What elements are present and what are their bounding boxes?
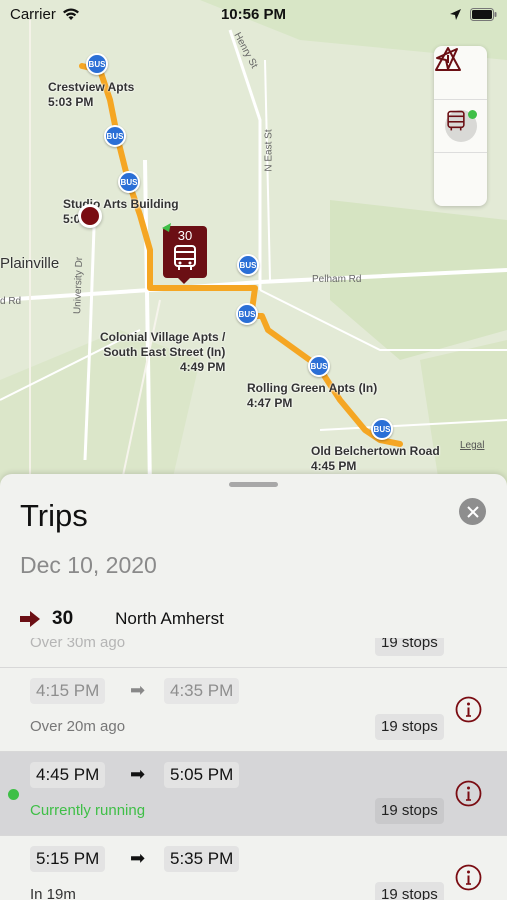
- trip-row[interactable]: 4:15 PM ➡ 4:35 PM Over 20m ago 19 stops: [0, 668, 507, 752]
- stops-badge: 19 stops: [375, 882, 444, 900]
- arrow-right-icon: ➡: [130, 848, 146, 868]
- bus-stop-marker[interactable]: BUS: [371, 418, 393, 440]
- depart-time: 4:15 PM: [30, 678, 106, 704]
- bus-stop-marker[interactable]: BUS: [118, 171, 140, 193]
- info-icon[interactable]: [455, 864, 482, 891]
- arrive-time: 5:05 PM: [164, 762, 240, 788]
- bus-stop-marker[interactable]: BUS: [104, 125, 126, 147]
- user-location-pin[interactable]: [78, 204, 102, 228]
- wifi-icon: [62, 8, 79, 20]
- stop-label-crestview: Crestview Apts 5:03 PM: [48, 80, 135, 109]
- trip-row[interactable]: 4:45 PM ➡ 5:05 PM Currently running 19 s…: [0, 752, 507, 836]
- carrier-label: Carrier: [10, 5, 56, 23]
- running-indicator-dot: [8, 789, 19, 800]
- trip-status: Over 30m ago: [30, 638, 126, 651]
- vehicle-marker[interactable]: 30: [162, 223, 207, 278]
- close-icon: [466, 505, 479, 518]
- arrow-right-icon: ➡: [130, 680, 146, 700]
- map-view[interactable]: Plainville Henry St N East St Pelham Rd …: [0, 0, 507, 490]
- bus-stop-marker[interactable]: BUS: [86, 53, 108, 75]
- info-icon[interactable]: [455, 696, 482, 723]
- stops-badge: 19 stops: [375, 638, 444, 656]
- trip-status: Over 20m ago: [30, 718, 126, 735]
- route-number: 30: [52, 608, 74, 629]
- sheet-title: Trips: [20, 498, 88, 533]
- street-label-pelham: Pelham Rd: [312, 274, 362, 285]
- stop-label-belchertown: Old Belchertown Road 4:45 PM: [311, 444, 440, 473]
- vehicle-marker-pointer: [176, 276, 192, 284]
- stop-label-rolling-green: Rolling Green Apts (In) 4:47 PM: [247, 381, 378, 410]
- close-button[interactable]: [459, 498, 486, 525]
- trip-status: In 19m: [30, 886, 76, 900]
- route-name: North Amherst: [115, 609, 224, 628]
- arrive-time: 5:35 PM: [164, 846, 240, 872]
- location-services-icon: [450, 8, 461, 20]
- arrow-right-icon: ➡: [130, 764, 146, 784]
- map-controls: [434, 46, 487, 206]
- battery-icon: [470, 7, 497, 21]
- street-label-east: N East St: [263, 129, 275, 172]
- trip-list[interactable]: Over 30m ago 19 stops 4:15 PM ➡ 4:35 PM …: [0, 638, 507, 900]
- depart-time: 4:45 PM: [30, 762, 106, 788]
- street-label-road: d Rd: [0, 296, 22, 307]
- alerts-button[interactable]: [434, 47, 487, 206]
- stops-badge: 19 stops: [375, 714, 444, 740]
- stop-label-colonial-village: Colonial Village Apts / South East Street…: [100, 330, 226, 374]
- bus-stop-marker[interactable]: BUS: [308, 355, 330, 377]
- arrive-time: 4:35 PM: [164, 678, 240, 704]
- route-arrow-icon: [20, 611, 40, 627]
- map-base: [0, 0, 507, 490]
- legal-link[interactable]: Legal: [460, 440, 484, 451]
- trip-row[interactable]: 5:15 PM ➡ 5:35 PM In 19m 19 stops: [0, 836, 507, 900]
- status-bar: Carrier 10:56 PM: [0, 0, 507, 28]
- stops-badge: 19 stops: [375, 798, 444, 824]
- trip-date: Dec 10, 2020: [20, 552, 157, 578]
- live-indicator-dot: [467, 110, 477, 119]
- sheet-grabber[interactable]: [229, 482, 278, 487]
- town-label: Plainville: [0, 255, 60, 272]
- info-icon[interactable]: [455, 780, 482, 807]
- trip-row[interactable]: Over 30m ago 19 stops: [0, 638, 507, 668]
- vehicles-toggle-button[interactable]: [434, 100, 487, 154]
- bus-stop-marker[interactable]: BUS: [236, 303, 258, 325]
- trip-status: Currently running: [30, 802, 146, 819]
- bus-icon: [174, 245, 196, 270]
- route-header: 30 North Amherst: [20, 608, 224, 630]
- trips-sheet: Trips Dec 10, 2020 30 North Amherst Over…: [0, 474, 507, 900]
- bus-icon: [446, 110, 465, 131]
- bus-stop-marker[interactable]: BUS: [237, 254, 259, 276]
- depart-time: 5:15 PM: [30, 846, 106, 872]
- warning-icon: [435, 47, 461, 71]
- heading-indicator-icon: [162, 223, 171, 232]
- street-label-university: University Dr: [72, 256, 86, 315]
